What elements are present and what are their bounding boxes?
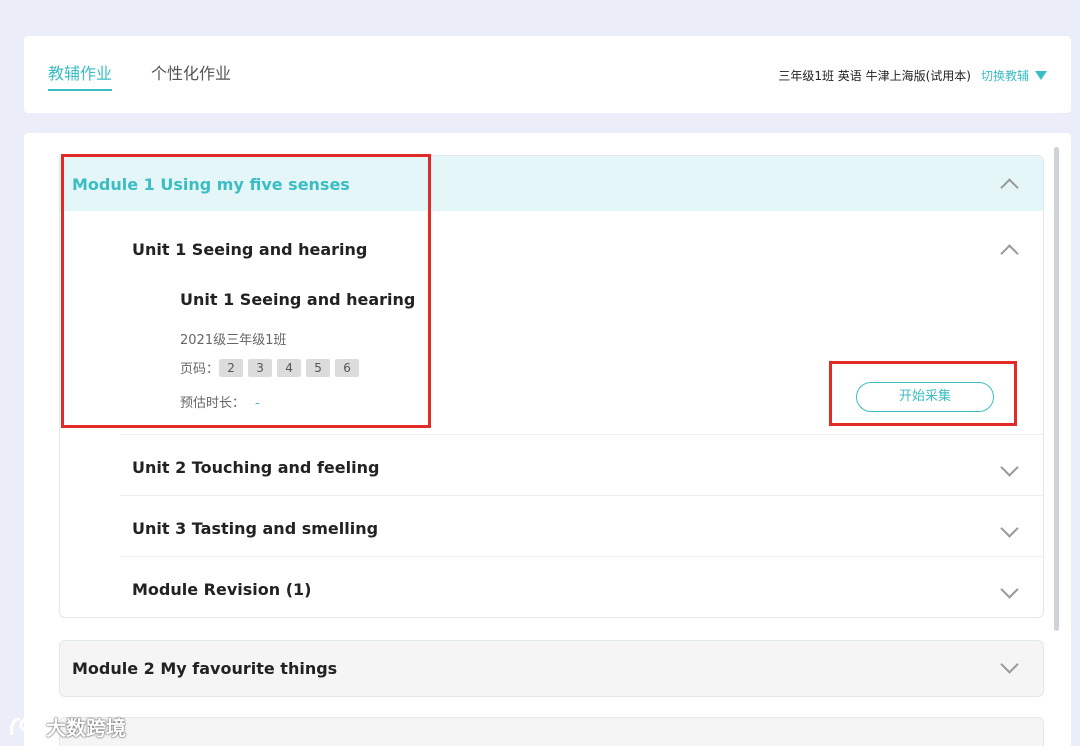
top-bar: 教辅作业 个性化作业 三年级1班 英语 牛津上海版(试用本) 切换教辅: [24, 36, 1071, 113]
watermark: 大数跨境: [8, 712, 126, 741]
chevron-up-icon[interactable]: [1000, 244, 1019, 263]
watermark-text: 大数跨境: [46, 716, 126, 740]
module-3-accordion[interactable]: [59, 717, 1044, 746]
scrollbar[interactable]: [1054, 147, 1059, 631]
module-2-accordion[interactable]: Module 2 My favourite things: [59, 640, 1044, 697]
divider: [120, 556, 1043, 557]
chevron-down-icon[interactable]: [1000, 458, 1019, 477]
triangle-down-icon: [1035, 71, 1047, 80]
divider: [120, 434, 1043, 435]
module-2-title: Module 2 My favourite things: [72, 659, 338, 678]
tab-tutoring-homework[interactable]: 教辅作业: [48, 64, 113, 91]
class-info: 三年级1班 英语 牛津上海版(试用本): [778, 69, 971, 83]
chevron-down-icon[interactable]: [1000, 519, 1019, 538]
highlight-box-button: [829, 361, 1017, 426]
divider: [120, 495, 1043, 496]
chevron-down-icon[interactable]: [1000, 580, 1019, 599]
tab-personalized-homework[interactable]: 个性化作业: [151, 64, 231, 84]
highlight-box-module: [61, 154, 431, 428]
watermark-logo-icon: [8, 715, 43, 739]
module-revision-title[interactable]: Module Revision (1): [132, 580, 311, 599]
unit-2-title[interactable]: Unit 2 Touching and feeling: [132, 458, 379, 477]
switch-book-label: 切换教辅: [980, 69, 1029, 83]
unit-3-title[interactable]: Unit 3 Tasting and smelling: [132, 519, 378, 538]
chevron-down-icon[interactable]: [1000, 655, 1019, 674]
switch-book-button[interactable]: 切换教辅: [981, 67, 1047, 84]
chevron-up-icon[interactable]: [1000, 178, 1019, 197]
